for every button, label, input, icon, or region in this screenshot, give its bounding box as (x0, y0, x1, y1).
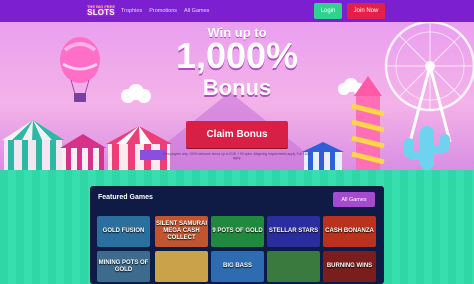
game-title: BURNING WINS (326, 263, 373, 269)
game-tile[interactable]: BIG BASS (211, 251, 264, 282)
game-tile[interactable]: CASH BONANZA (323, 216, 376, 247)
game-title: 9 POTS OF GOLD (212, 228, 263, 234)
game-title: MINING POTS OF GOLD (98, 259, 149, 273)
game-tile[interactable] (155, 251, 208, 282)
game-title: STELLAR STARS (268, 228, 319, 234)
circus-tent-icon (60, 134, 106, 170)
featured-games-title: Featured Games (98, 194, 153, 201)
nav-all-games[interactable]: All Games (184, 8, 209, 14)
nav-promotions[interactable]: Promotions (149, 8, 177, 14)
game-tile[interactable]: 9 POTS OF GOLD (211, 216, 264, 247)
game-title: BIG BASS (222, 263, 252, 269)
game-title: GOLD FUSION (102, 228, 145, 234)
site-logo[interactable]: THE BIG FREE SLOTS (86, 2, 116, 20)
game-title: CASH BONANZA (325, 228, 374, 234)
nav-trophies[interactable]: Trophies (121, 8, 142, 14)
claim-bonus-button[interactable]: Claim Bonus (186, 121, 288, 148)
game-title: SILENT SAMURAI MEGA CASH COLLECT (156, 221, 207, 241)
game-tile[interactable]: BURNING WINS (323, 251, 376, 282)
cactus-icon (404, 126, 450, 170)
game-tile[interactable]: STELLAR STARS (267, 216, 320, 247)
main-nav: Trophies Promotions All Games (121, 8, 209, 14)
join-now-button[interactable]: Join Now (347, 3, 385, 19)
login-button[interactable]: Login (314, 3, 342, 19)
hero-headline-bonus: Bonus (202, 75, 272, 100)
circus-tent-icon (2, 120, 64, 170)
game-tile[interactable]: GOLD FUSION (97, 216, 150, 247)
all-games-button[interactable]: All Games (333, 192, 375, 207)
top-header: THE BIG FREE SLOTS Trophies Promotions A… (0, 0, 474, 22)
game-tile[interactable] (267, 251, 320, 282)
game-tile[interactable]: SILENT SAMURAI MEGA CASH COLLECT (155, 216, 208, 247)
hero-headline-amount: 1,000% (175, 35, 299, 76)
hero-banner: Win up to 1,000% Bonus Claim Bonus New p… (0, 22, 474, 170)
logo-title: SLOTS (87, 8, 115, 17)
circus-tent-icon (106, 126, 172, 170)
game-tile[interactable]: MINING POTS OF GOLD (97, 251, 150, 282)
terms-text: New players only. 100% welcome bonus up … (163, 152, 311, 160)
